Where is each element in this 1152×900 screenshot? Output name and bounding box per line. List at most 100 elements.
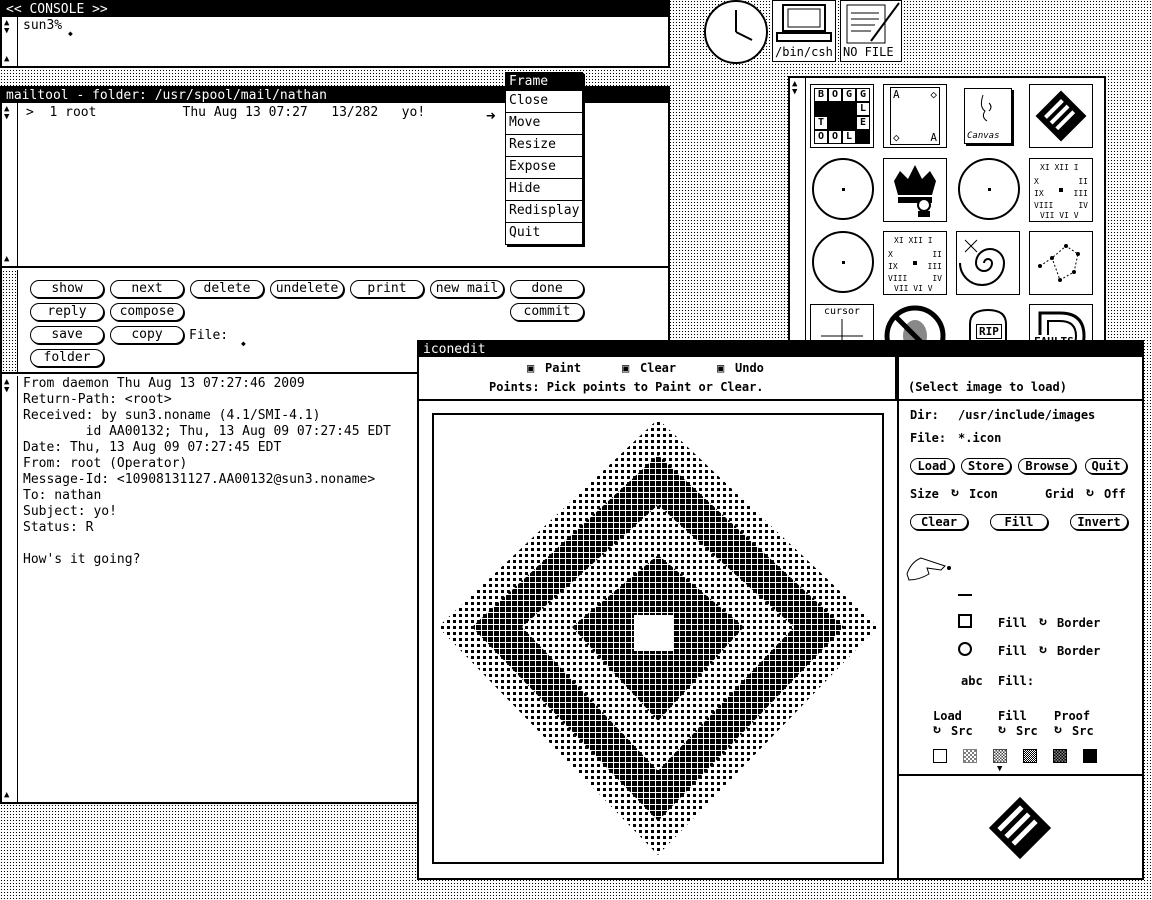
header-scrollbar[interactable]: ▲ ▼ ▲: [2, 103, 18, 266]
roman-clock-icon[interactable]: XI XII I X II IX III VIII IV VII VI V: [1029, 158, 1093, 222]
pattern-swatch[interactable]: [1023, 749, 1037, 763]
folder-button[interactable]: folder: [30, 349, 104, 367]
icon-browser-scrollbar[interactable]: ▲ ▼ ▲: [790, 78, 806, 374]
circle-fill-label: Fill: [998, 644, 1027, 658]
boggle-cell: O: [814, 130, 828, 144]
pattern-swatch[interactable]: [933, 749, 947, 763]
fill-image-button[interactable]: Fill: [990, 514, 1048, 530]
clock-face-icon[interactable]: [812, 158, 874, 220]
file-field[interactable]: *.icon: [958, 431, 1001, 445]
iconedit-titlebar[interactable]: iconedit: [419, 342, 1142, 357]
boggle-icon[interactable]: BOGGLTEOOL: [810, 84, 874, 148]
cycle-icon[interactable]: ↻: [951, 485, 959, 500]
menu-item-close[interactable]: Close: [506, 90, 582, 112]
store-button[interactable]: Store: [961, 458, 1011, 474]
grid-value[interactable]: Off: [1104, 487, 1126, 501]
scroll-down-icon[interactable]: ▼: [4, 113, 9, 122]
frame-menu[interactable]: Frame Close Move Resize Expose Hide Redi…: [505, 72, 583, 245]
pattern-swatch[interactable]: [963, 749, 977, 763]
message-line: From: root (Operator): [23, 456, 188, 471]
clear-image-button[interactable]: Clear: [910, 514, 968, 530]
browse-button[interactable]: Browse: [1018, 458, 1076, 474]
pattern-swatch[interactable]: [1083, 749, 1097, 763]
circle-tool-icon[interactable]: [958, 642, 972, 656]
line-tool-icon[interactable]: [958, 594, 972, 596]
mail-header-row[interactable]: > 1 root Thu Aug 13 07:27 13/282 yo!: [26, 105, 425, 121]
panel-scrollbar[interactable]: [2, 270, 18, 372]
src-label: Src: [951, 724, 973, 738]
console-prompt[interactable]: sun3%: [23, 18, 62, 34]
cycle-icon[interactable]: ↻: [1039, 614, 1047, 629]
scroll-down-icon[interactable]: ▼: [4, 386, 9, 395]
playing-card-icon[interactable]: A ◇ ◇ A: [883, 84, 947, 148]
scroll-up-icon[interactable]: ▲: [4, 791, 9, 800]
show-button[interactable]: show: [30, 280, 104, 298]
scroll-down-icon[interactable]: ▼: [792, 88, 797, 97]
rectangle-tool-icon[interactable]: [958, 614, 972, 628]
icon-edit-canvas[interactable]: [432, 413, 884, 864]
boggle-cell: O: [828, 88, 842, 102]
menu-item-quit[interactable]: Quit: [506, 222, 582, 244]
done-button[interactable]: done: [510, 280, 584, 298]
boggle-cell: B: [814, 88, 828, 102]
icon-edit-canvas-frame: [419, 403, 897, 878]
menu-item-move[interactable]: Move: [506, 112, 582, 134]
console-scrollbar[interactable]: ▲ ▼ ▲: [2, 17, 18, 66]
console-titlebar[interactable]: << CONSOLE >>: [2, 2, 668, 17]
file-label: File:: [189, 328, 229, 343]
load-button[interactable]: Load: [910, 458, 954, 474]
cycle-icon[interactable]: ↻: [998, 722, 1006, 737]
icon-browser-window[interactable]: ▲ ▼ ▲ BOGGLTEOOL A◇ ◇A Canvas: [788, 76, 1106, 376]
textedit-icon[interactable]: NO FILE: [840, 0, 902, 62]
clock-face-icon[interactable]: [958, 158, 1020, 220]
size-value[interactable]: Icon: [969, 487, 998, 501]
shell-tool-icon[interactable]: /bin/csh: [772, 0, 836, 62]
reply-button[interactable]: reply: [30, 303, 104, 321]
hand-pointer-icon[interactable]: [905, 544, 955, 584]
copy-button[interactable]: copy: [110, 326, 184, 344]
compose-button[interactable]: compose: [110, 303, 184, 321]
message-body[interactable]: From daemon Thu Aug 13 07:27:46 2009 Retu…: [23, 376, 391, 568]
pattern-swatch[interactable]: [993, 749, 1007, 763]
clear-label: Clear: [640, 361, 677, 375]
canvas-icon[interactable]: Canvas: [956, 84, 1020, 148]
save-button[interactable]: save: [30, 326, 104, 344]
clock-face-icon[interactable]: [812, 231, 874, 293]
quit-button[interactable]: Quit: [1085, 458, 1127, 474]
sun-logo-preview-icon: [985, 793, 1055, 863]
chess-icon[interactable]: [883, 158, 947, 222]
message-scrollbar[interactable]: ▲ ▼ ▲: [2, 376, 18, 802]
print-button[interactable]: print: [350, 280, 424, 298]
iconedit-window[interactable]: iconedit ▣ Paint ▣ Clear ▣ Undo Points: …: [417, 340, 1144, 880]
icon-preview-pane: [899, 779, 1142, 878]
text-tool-label[interactable]: abc: [961, 674, 983, 688]
constellation-icon[interactable]: [1029, 231, 1093, 295]
nautilus-shell-icon[interactable]: [956, 231, 1020, 295]
cycle-icon[interactable]: ↻: [933, 722, 941, 737]
menu-item-hide[interactable]: Hide: [506, 178, 582, 200]
scroll-down-icon[interactable]: ▼: [4, 27, 9, 36]
dir-field[interactable]: /usr/include/images: [958, 408, 1095, 422]
cycle-icon[interactable]: ↻: [1054, 722, 1062, 737]
scroll-up-icon[interactable]: ▲: [4, 55, 9, 64]
cycle-icon[interactable]: ↻: [1086, 485, 1094, 500]
pattern-swatch[interactable]: [1053, 749, 1067, 763]
delete-button[interactable]: delete: [190, 280, 264, 298]
console-window[interactable]: << CONSOLE >> ▲ ▼ ▲ sun3% ◆: [0, 0, 670, 68]
src-label: Src: [1072, 724, 1094, 738]
sun-logo-icon[interactable]: [1029, 84, 1093, 148]
commit-button[interactable]: commit: [510, 303, 584, 321]
menu-item-redisplay[interactable]: Redisplay: [506, 200, 582, 222]
scroll-up-icon[interactable]: ▲: [4, 255, 9, 264]
text-cursor-icon: ◆: [241, 339, 246, 348]
menu-item-resize[interactable]: Resize: [506, 134, 582, 156]
roman-clock-icon[interactable]: XI XII I X II IX III VIII IV VII VI V: [883, 231, 947, 295]
new-mail-button[interactable]: new mail: [430, 280, 504, 298]
cycle-icon[interactable]: ↻: [1039, 642, 1047, 657]
clock-icon[interactable]: [704, 0, 768, 64]
invert-image-button[interactable]: Invert: [1070, 514, 1128, 530]
menu-item-expose[interactable]: Expose: [506, 156, 582, 178]
undelete-button[interactable]: undelete: [270, 280, 344, 298]
text-fill-label: Fill:: [998, 674, 1035, 688]
next-button[interactable]: next: [110, 280, 184, 298]
